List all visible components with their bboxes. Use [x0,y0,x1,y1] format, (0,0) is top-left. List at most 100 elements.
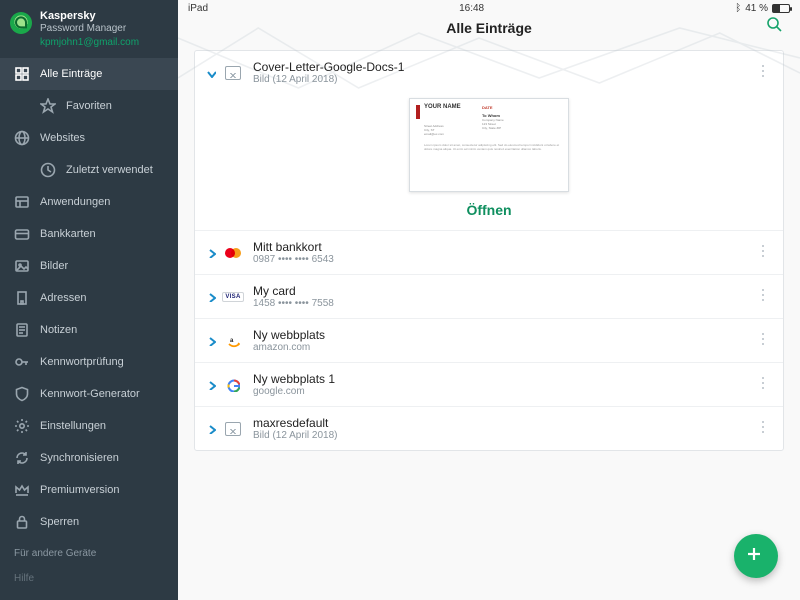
entry-title: Ny webbplats [253,328,751,342]
entry-row-mitt-bankkort[interactable]: Mitt bankkort 0987 •••• •••• 6543 [195,230,783,274]
chevron-right-icon[interactable] [205,292,217,302]
sidebar-item-label: Adressen [40,292,86,304]
crown-icon [14,482,30,498]
chevron-down-icon[interactable] [205,68,217,78]
sidebar-item-label: Notizen [40,324,77,336]
gear-icon [14,418,30,434]
star-icon [40,98,56,114]
more-button[interactable] [751,375,773,394]
brand-subtitle: Password Manager [40,23,126,35]
sidebar-item-bankcards[interactable]: Bankkarten [0,218,178,250]
sidebar-help[interactable]: Hilfe [0,563,178,588]
clock: 16:48 [459,3,484,14]
entry-subtitle: google.com [253,386,751,397]
chevron-right-icon[interactable] [205,380,217,390]
sidebar-item-label: Anwendungen [40,196,110,208]
entry-title: Ny webbplats 1 [253,372,751,386]
page-header: Alle Einträge [178,14,800,50]
entry-subtitle: 0987 •••• •••• 6543 [253,254,751,265]
sidebar-item-settings[interactable]: Einstellungen [0,410,178,442]
more-button[interactable] [751,419,773,438]
building-icon [14,290,30,306]
brand-block: Kaspersky Password Manager [0,0,178,41]
sidebar-item-lock[interactable]: Sperren [0,506,178,538]
entry-row-my-card[interactable]: VISA My card 1458 •••• •••• 7558 [195,274,783,318]
sidebar-item-images[interactable]: Bilder [0,250,178,282]
entry-subtitle: Bild (12 April 2018) [253,430,751,441]
page-title: Alle Einträge [446,20,532,36]
amazon-icon [223,331,243,351]
sidebar-item-notes[interactable]: Notizen [0,314,178,346]
sidebar-item-label: Synchronisieren [40,452,119,464]
visa-icon: VISA [223,287,243,307]
entry-title: Mitt bankkort [253,240,751,254]
sidebar-item-websites[interactable]: Websites [0,122,178,154]
entry-row-ny-webbplats-amazon[interactable]: Ny webbplats amazon.com [195,318,783,362]
image-icon [14,258,30,274]
lock-icon [14,514,30,530]
sidebar-item-premium[interactable]: Premiumversion [0,474,178,506]
entry-row-cover-letter[interactable]: Cover-Letter-Google-Docs-1 Bild (12 Apri… [195,51,783,230]
key-icon [14,354,30,370]
chevron-right-icon[interactable] [205,424,217,434]
shield-icon [14,386,30,402]
sidebar-item-all-entries[interactable]: Alle Einträge [0,58,178,90]
more-button[interactable] [751,63,773,82]
account-email[interactable]: kpmjohn1@gmail.com [0,37,178,58]
grid-icon [14,66,30,82]
sidebar-item-label: Einstellungen [40,420,106,432]
device-label: iPad [188,3,208,14]
globe-icon [14,130,30,146]
brand-title: Kaspersky [40,10,126,23]
add-entry-fab[interactable] [734,534,778,578]
sidebar-item-label: Websites [40,132,85,144]
chevron-right-icon[interactable] [205,248,217,258]
sidebar-item-recent[interactable]: Zuletzt verwendet [0,154,178,186]
entries-card: Cover-Letter-Google-Docs-1 Bild (12 Apri… [194,50,784,451]
open-button[interactable]: Öffnen [466,202,511,218]
sidebar-item-password-generator[interactable]: Kennwort-Generator [0,378,178,410]
card-icon [14,226,30,242]
sidebar-item-label: Bilder [40,260,68,272]
entry-subtitle: amazon.com [253,342,751,353]
search-button[interactable] [766,16,786,41]
entry-row-maxresdefault[interactable]: maxresdefault Bild (12 April 2018) [195,406,783,450]
sidebar: Kaspersky Password Manager kpmjohn1@gmai… [0,0,178,600]
thumb-date: DATE [482,105,493,110]
chevron-right-icon[interactable] [205,336,217,346]
apps-icon [14,194,30,210]
sidebar-item-label: Alle Einträge [40,68,102,80]
more-button[interactable] [751,243,773,262]
note-icon [14,322,30,338]
sidebar-other-devices[interactable]: Für andere Geräte [0,538,178,563]
entry-title: Cover-Letter-Google-Docs-1 [253,60,751,74]
sidebar-item-applications[interactable]: Anwendungen [0,186,178,218]
sidebar-nav: Alle Einträge Favoriten Websites Zuletzt… [0,58,178,538]
sidebar-item-addresses[interactable]: Adressen [0,282,178,314]
more-button[interactable] [751,287,773,306]
sidebar-item-label: Bankkarten [40,228,96,240]
document-thumbnail[interactable]: YOUR NAME DATE To Whom Street AddressCit… [409,98,569,192]
mastercard-icon [223,243,243,263]
main-area: iPad 16:48 ᛒ 41 % Alle Einträge Cover-Le… [178,0,800,600]
battery-icon [772,4,790,13]
more-button[interactable] [751,331,773,350]
sidebar-item-favorites[interactable]: Favoriten [0,90,178,122]
entry-row-ny-webbplats-google[interactable]: Ny webbplats 1 google.com [195,362,783,406]
clock-icon [40,162,56,178]
sidebar-item-label: Kennwort-Generator [40,388,140,400]
sidebar-item-label: Zuletzt verwendet [66,164,153,176]
image-type-icon [223,419,243,439]
sidebar-item-label: Premiumversion [40,484,119,496]
entry-subtitle: 1458 •••• •••• 7558 [253,298,751,309]
entry-subtitle: Bild (12 April 2018) [253,74,751,85]
sidebar-item-label: Sperren [40,516,79,528]
kaspersky-logo-icon [10,12,32,34]
sidebar-item-label: Kennwortprüfung [40,356,124,368]
image-type-icon [223,63,243,83]
google-icon [223,375,243,395]
sidebar-item-password-check[interactable]: Kennwortprüfung [0,346,178,378]
bluetooth-icon: ᛒ [735,3,741,14]
sidebar-item-sync[interactable]: Synchronisieren [0,442,178,474]
entry-title: My card [253,284,751,298]
